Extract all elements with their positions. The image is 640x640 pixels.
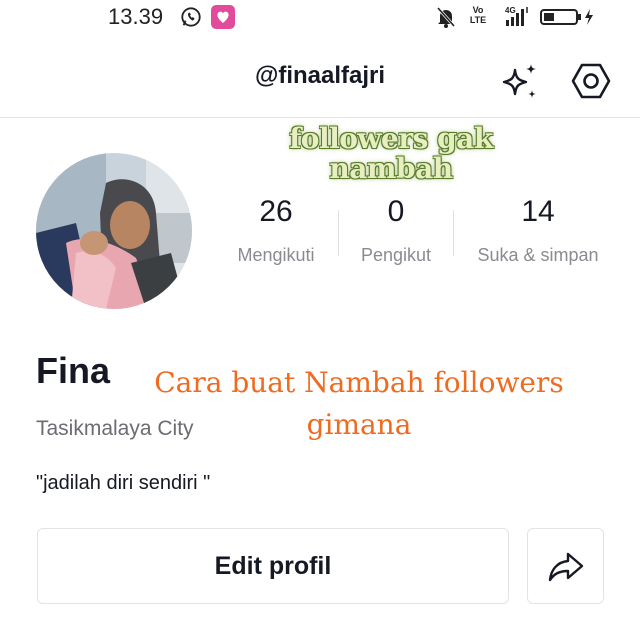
stat-divider — [453, 210, 454, 256]
settings-icon — [571, 63, 611, 99]
volte-line2: LTE — [469, 15, 487, 25]
sparkle-button[interactable] — [497, 58, 543, 104]
likes-count[interactable]: 14 — [498, 195, 578, 229]
volte-indicator: Vo LTE — [466, 5, 490, 25]
display-name: Fina — [36, 350, 111, 391]
edit-profile-button[interactable]: Edit profil — [37, 528, 509, 604]
app-notification-icon — [211, 5, 235, 29]
share-icon — [548, 552, 583, 582]
avatar[interactable] — [36, 153, 192, 309]
overlay-caption-orange: Cara buat Nambah followers gimana — [120, 362, 598, 446]
network-type: 4G — [505, 6, 516, 15]
overlay-orange-line2: gimana — [306, 408, 412, 441]
stat-divider — [338, 210, 339, 256]
signal-icon: 4G — [505, 6, 528, 26]
volte-line1: Vo — [472, 5, 484, 15]
edit-profile-label: Edit profil — [214, 551, 332, 580]
overlay-green-line2: nambah — [329, 152, 453, 185]
followers-label[interactable]: Pengikut — [346, 245, 446, 266]
followers-count[interactable]: 0 — [356, 195, 436, 229]
whatsapp-icon — [181, 7, 201, 27]
likes-label[interactable]: Suka & simpan — [466, 245, 610, 266]
sparkle-icon — [502, 64, 536, 98]
bio-text: "jadilah diri sendiri " — [36, 472, 211, 494]
overlay-green-line1: followers gak — [289, 122, 493, 155]
header-divider — [0, 117, 640, 118]
settings-button[interactable] — [568, 58, 614, 104]
status-time: 13.39 — [108, 4, 164, 29]
mute-bell-icon — [436, 7, 456, 28]
overlay-caption-green: followers gak nambah — [256, 124, 526, 184]
battery-icon — [540, 9, 593, 25]
share-profile-button[interactable] — [527, 528, 604, 604]
following-count[interactable]: 26 — [236, 195, 316, 229]
overlay-orange-line1: Cara buat Nambah followers — [154, 366, 564, 399]
profile-username: @finaalfajri — [254, 62, 386, 89]
following-label[interactable]: Mengikuti — [226, 245, 326, 266]
avatar-photo — [36, 153, 192, 309]
